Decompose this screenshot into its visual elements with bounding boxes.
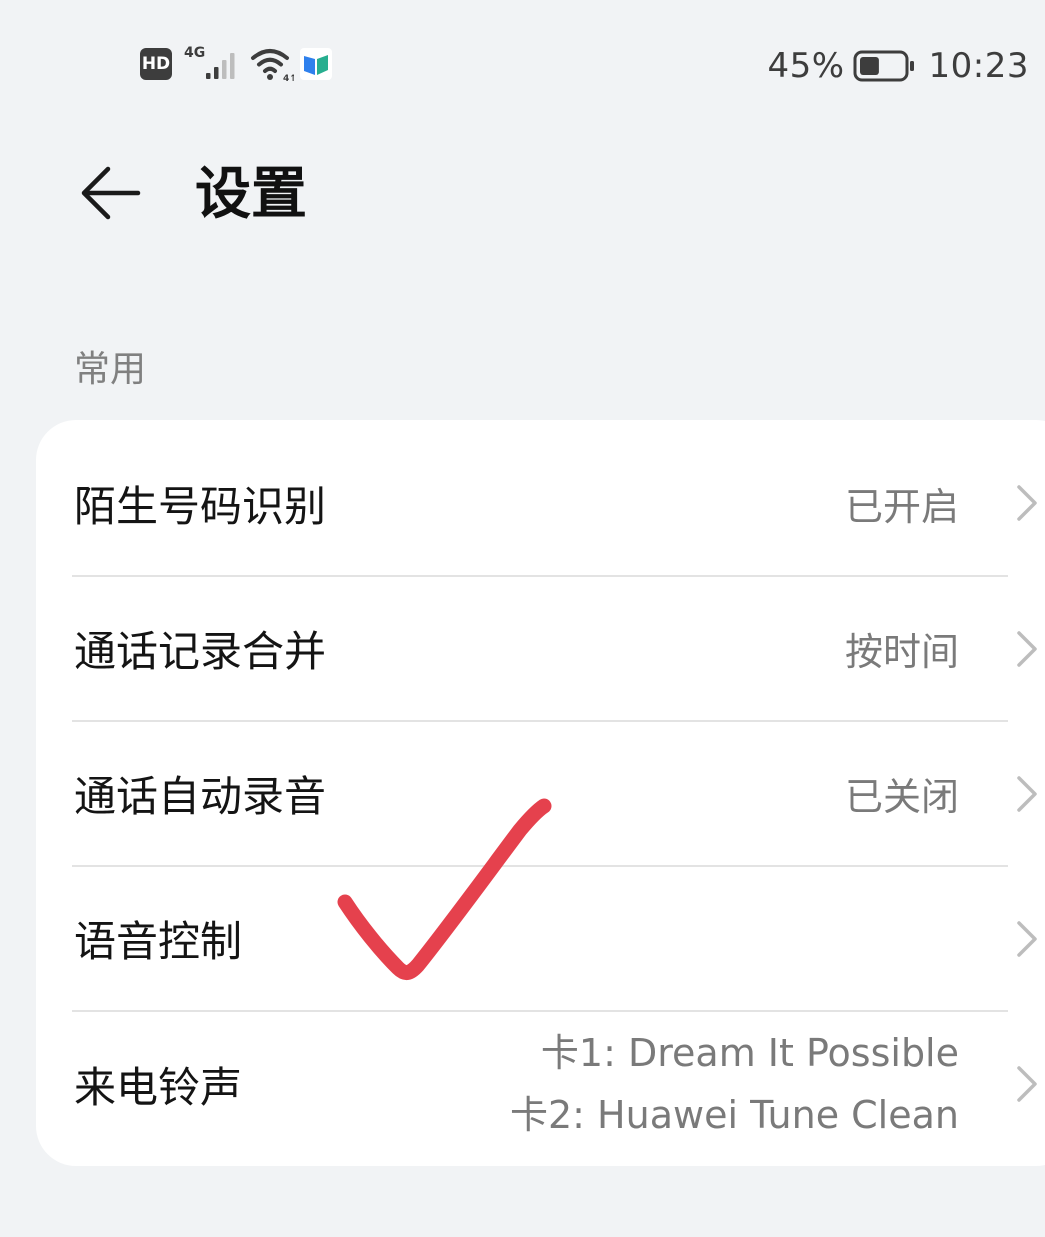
app-notification-icon bbox=[300, 48, 332, 80]
chevron-right-icon bbox=[1017, 920, 1037, 957]
setting-row-voice-control[interactable]: 语音控制 bbox=[36, 867, 1045, 1010]
status-icons-left: HD 4G 4↑ bbox=[140, 44, 332, 84]
back-arrow-icon bbox=[81, 166, 141, 220]
setting-row-ringtone[interactable]: 来电铃声 卡1: Dream It Possible 卡2: Huawei Tu… bbox=[36, 1012, 1045, 1156]
status-icons-right: 45% 10:23 bbox=[767, 44, 1029, 88]
setting-value: 已开启 bbox=[844, 484, 959, 529]
status-bar: HD 4G 4↑ 45% 10:23 bbox=[0, 0, 1045, 130]
setting-label: 通话记录合并 bbox=[74, 627, 327, 676]
back-button[interactable] bbox=[70, 158, 150, 228]
setting-label: 陌生号码识别 bbox=[74, 481, 327, 531]
ringtone-sim2: 卡2: Huawei Tune Clean bbox=[509, 1093, 959, 1137]
section-label: 常用 bbox=[74, 349, 147, 390]
setting-label: 语音控制 bbox=[74, 917, 243, 966]
battery-percent: 45% bbox=[767, 46, 845, 86]
cellular-signal-icon: 4G bbox=[184, 45, 242, 83]
setting-label: 通话自动录音 bbox=[74, 772, 327, 821]
battery-icon bbox=[853, 50, 914, 82]
svg-text:4↑: 4↑ bbox=[283, 74, 294, 83]
chevron-right-icon bbox=[1017, 485, 1037, 521]
chevron-right-icon bbox=[1017, 630, 1037, 667]
setting-row-call-log-merge[interactable]: 通话记录合并 按时间 bbox=[36, 577, 1045, 720]
setting-label: 来电铃声 bbox=[74, 1062, 243, 1112]
setting-row-auto-call-recording[interactable]: 通话自动录音 已关闭 bbox=[36, 722, 1045, 865]
battery-fill bbox=[859, 57, 879, 75]
chevron-right-icon bbox=[1017, 1066, 1037, 1102]
page-title: 设置 bbox=[195, 162, 307, 227]
ringtone-sim1: 卡1: Dream It Possible bbox=[540, 1031, 959, 1075]
ringtone-values: 卡1: Dream It Possible 卡2: Huawei Tune Cl… bbox=[510, 1022, 959, 1146]
wifi-icon: 4↑ bbox=[251, 49, 294, 83]
status-time: 10:23 bbox=[928, 46, 1029, 86]
setting-value: 已关闭 bbox=[844, 775, 959, 819]
hd-voice-badge: HD bbox=[140, 48, 172, 80]
setting-row-unknown-number-identification[interactable]: 陌生号码识别 已开启 bbox=[36, 430, 1045, 576]
chevron-right-icon bbox=[1017, 775, 1037, 812]
settings-card: 陌生号码识别 已开启 通话记录合并 按时间 通话自动录音 已关闭 语音控制 来电… bbox=[36, 420, 1045, 1166]
setting-value: 按时间 bbox=[844, 630, 959, 674]
